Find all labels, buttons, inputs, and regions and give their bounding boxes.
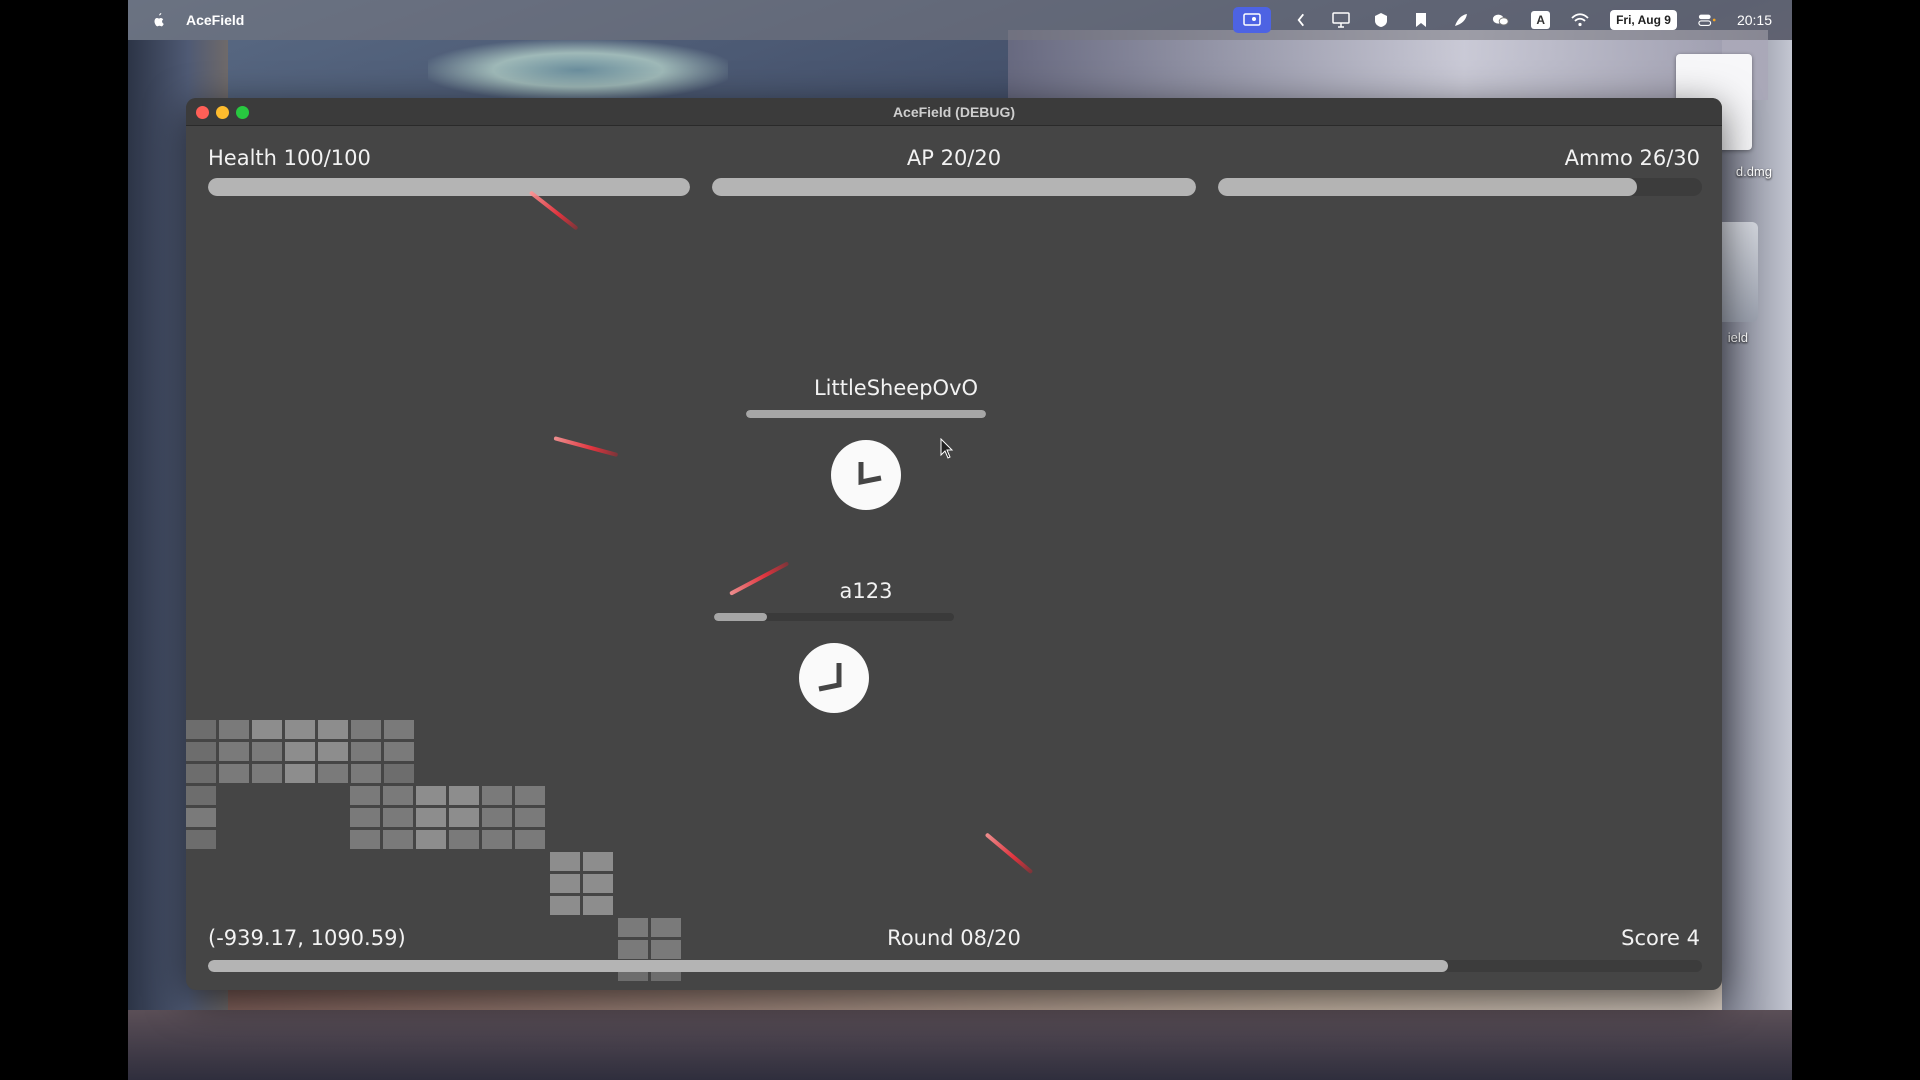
ammo-bar [1218,178,1702,196]
menubar-time[interactable]: 20:15 [1737,12,1772,28]
round-progress-fill [208,960,1449,972]
app-name[interactable]: AceField [186,12,244,28]
wallpaper-tree [428,40,728,100]
round-progress-bar [208,960,1702,972]
control-center-icon[interactable] [1697,12,1717,28]
health-bar-fill [208,178,690,196]
laser-projectile [528,190,579,231]
wifi-icon[interactable] [1570,12,1590,28]
player-avatar-littlesheep[interactable] [831,440,901,510]
player-name-a123: a123 [839,579,893,603]
game-window: AceField (DEBUG) Health 100/100 AP 20/20… [186,98,1722,990]
wallpaper-bottom [128,1010,1792,1080]
input-source-badge[interactable]: A [1531,11,1551,29]
ammo-bar-fill [1218,178,1638,196]
laser-projectile [553,436,619,458]
feather-icon[interactable] [1451,12,1471,28]
player-health-bar-a123 [714,613,954,621]
score-label: Score 4 [1621,926,1700,950]
screen-mirror-icon[interactable] [1233,7,1272,33]
ammo-label: Ammo 26/30 [1564,146,1700,170]
player-health-bar-littlesheep [746,410,986,418]
round-label: Round 08/20 [887,926,1021,950]
brick-wall [550,852,613,915]
menubar-date[interactable]: Fri, Aug 9 [1610,10,1677,30]
wechat-icon[interactable] [1491,12,1511,28]
player-health-fill-littlesheep [746,410,986,418]
player-health-fill-a123 [714,613,767,621]
brick-wall [350,786,545,849]
mouse-cursor-icon [940,438,954,459]
window-title: AceField (DEBUG) [892,104,1016,120]
laser-projectile [984,832,1034,875]
wallpaper-right [1722,40,1792,1080]
ap-label: AP 20/20 [906,146,1002,170]
wallpaper-figure [1008,30,1768,100]
window-titlebar[interactable]: AceField (DEBUG) [186,98,1722,126]
player-avatar-a123[interactable] [799,643,869,713]
game-canvas[interactable]: Health 100/100 AP 20/20 Ammo 26/30 Littl… [186,126,1722,990]
ap-bar [712,178,1196,196]
ap-bar-fill [712,178,1196,196]
apple-icon[interactable] [150,11,166,29]
bookmark-icon[interactable] [1411,12,1431,28]
brick-wall [186,786,216,849]
menu-bar: AceField A Fri, Aug 9 20:15 [128,0,1792,40]
brick-wall [186,720,414,783]
display-icon[interactable] [1331,12,1351,28]
health-bar [208,178,690,196]
shield-icon[interactable] [1371,12,1391,28]
player-name-littlesheep: LittleSheepOvO [813,376,979,400]
chevron-left-icon[interactable] [1291,12,1311,28]
